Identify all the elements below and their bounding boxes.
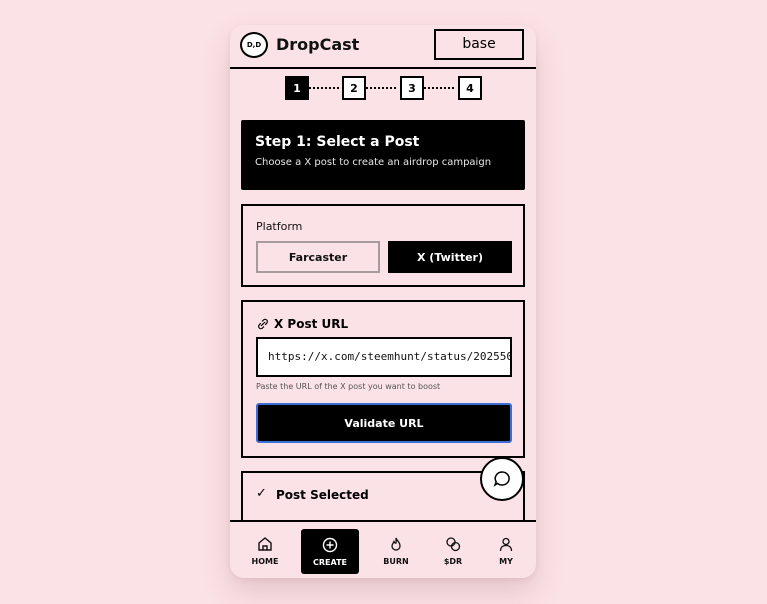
step-1: 1 <box>285 76 309 100</box>
step-4: 4 <box>458 76 482 100</box>
stepper: 1 2 3 4 <box>230 76 536 100</box>
home-icon <box>258 537 272 551</box>
post-selected-title: Post Selected <box>276 488 369 502</box>
url-card: X Post URL https://x.com/steemhunt/statu… <box>241 300 525 458</box>
nav-my-label: MY <box>499 557 513 566</box>
platform-farcaster-button[interactable]: Farcaster <box>256 241 380 273</box>
step-hero: Step 1: Select a Post Choose a X post to… <box>241 120 525 190</box>
step-connector <box>424 87 454 89</box>
nav-dr-label: $DR <box>443 557 463 566</box>
coins-icon <box>446 537 461 552</box>
validate-url-button[interactable]: Validate URL <box>256 403 512 443</box>
chat-button[interactable] <box>480 457 524 501</box>
url-card-title: X Post URL <box>274 317 349 331</box>
url-hint: Paste the URL of the X post you want to … <box>256 382 441 391</box>
check-icon: ✓ <box>256 486 267 501</box>
platform-x-button[interactable]: X (Twitter) <box>388 241 512 273</box>
nav-home[interactable]: HOME <box>236 522 294 578</box>
nav-burn-label: BURN <box>383 557 409 566</box>
header: D,D DropCast base <box>230 25 536 69</box>
step-connector <box>366 87 396 89</box>
nav-create[interactable]: CREATE <box>301 529 359 574</box>
app-frame: D,D DropCast base 1 2 3 4 Step 1: Select… <box>230 25 536 578</box>
bottom-nav: HOME CREATE BURN $DR MY <box>230 520 536 578</box>
nav-my[interactable]: MY <box>477 522 535 578</box>
step-2: 2 <box>342 76 366 100</box>
app-title: DropCast <box>276 35 360 54</box>
step-title: Step 1: Select a Post <box>255 134 420 150</box>
step-subtitle: Choose a X post to create an airdrop cam… <box>255 157 492 168</box>
chat-icon <box>493 471 510 487</box>
platform-label: Platform <box>256 220 303 233</box>
plus-circle-icon <box>322 537 338 552</box>
step-connector <box>309 87 339 89</box>
nav-burn[interactable]: BURN <box>367 522 425 578</box>
network-button[interactable]: base <box>434 29 524 60</box>
post-url-input[interactable]: https://x.com/steemhunt/status/2025504 <box>256 337 512 377</box>
user-icon <box>499 537 513 552</box>
nav-home-label: HOME <box>251 557 279 566</box>
platform-card: Platform Farcaster X (Twitter) <box>241 204 525 287</box>
nav-create-label: CREATE <box>313 557 347 567</box>
flame-icon <box>391 537 401 551</box>
step-3: 3 <box>400 76 424 100</box>
logo-icon: D,D <box>240 32 268 58</box>
nav-dr[interactable]: $DR <box>424 522 482 578</box>
link-icon <box>258 318 268 330</box>
